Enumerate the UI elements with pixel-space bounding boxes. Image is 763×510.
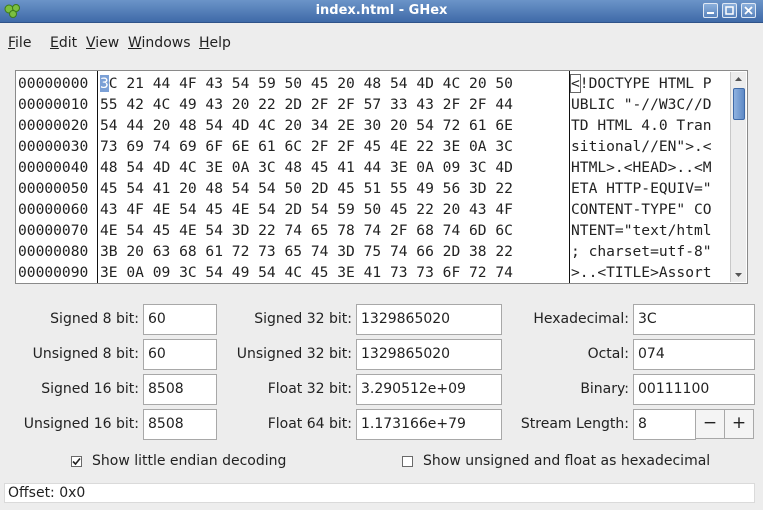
stream-length-input[interactable]: 8: [633, 409, 696, 440]
signed-32bit-label: Signed 32 bit:: [254, 311, 352, 327]
signed-16bit-field[interactable]: 8508: [143, 374, 217, 405]
stream-length-increment-button[interactable]: +: [724, 409, 754, 439]
ascii-separator: [569, 71, 570, 283]
offset-cell: 00000020: [18, 117, 89, 134]
ascii-row[interactable]: ETA HTTP-EQUIV=": [571, 178, 712, 199]
octal-field[interactable]: 074: [633, 339, 755, 370]
binary-label: Binary:: [580, 381, 629, 397]
hexadecimal-label: Hexadecimal:: [533, 311, 629, 327]
offset-cell: 00000040: [18, 159, 89, 176]
signed-32bit-field[interactable]: 1329865020: [356, 304, 502, 335]
little-endian-label[interactable]: Show little endian decoding: [92, 453, 286, 469]
menu-bar: File Edit View Windows Help: [0, 23, 763, 63]
stream-length-decrement-button[interactable]: −: [695, 409, 725, 439]
unsigned-8bit-label: Unsigned 8 bit:: [32, 346, 139, 362]
ascii-cursor-char: <: [570, 74, 581, 93]
float-64bit-label: Float 64 bit:: [267, 416, 352, 432]
hex-row[interactable]: 3C 21 44 4F 43 54 59 50 45 20 48 54 4D 4…: [100, 73, 513, 94]
octal-label: Octal:: [587, 346, 629, 362]
close-button[interactable]: [741, 3, 756, 18]
hex-row[interactable]: 45 54 41 20 48 54 54 50 2D 45 51 55 49 5…: [100, 178, 513, 199]
menu-view[interactable]: View: [86, 35, 119, 51]
offset-cell: 00000010: [18, 96, 89, 113]
float-32bit-field[interactable]: 3.290512e+09: [356, 374, 502, 405]
vertical-scrollbar[interactable]: [730, 72, 746, 282]
ascii-row[interactable]: TD HTML 4.0 Tran: [571, 115, 712, 136]
offset-cell: 00000000: [18, 75, 89, 92]
hex-row[interactable]: 3E 0A 09 3C 54 49 54 4C 45 3E 41 73 73 6…: [100, 262, 513, 283]
scroll-up-arrow-icon[interactable]: [731, 73, 746, 85]
menu-windows[interactable]: Windows: [128, 35, 191, 51]
cursor-nibble: 3: [100, 75, 109, 92]
scroll-down-arrow-icon[interactable]: [731, 269, 746, 281]
hex-row[interactable]: 55 42 4C 49 43 20 22 2D 2F 2F 57 33 43 2…: [100, 94, 513, 115]
stream-length-label: Stream Length:: [520, 416, 629, 432]
close-icon: [744, 6, 753, 15]
hex-row[interactable]: 54 44 20 48 54 4D 4C 20 34 2E 30 20 54 7…: [100, 115, 513, 136]
checkmark-icon: [72, 457, 81, 466]
window-title: index.html - GHex: [315, 3, 448, 18]
offset-cell: 00000050: [18, 180, 89, 197]
minimize-icon: [707, 12, 714, 14]
offset-cell: 00000070: [18, 222, 89, 239]
status-bar: Offset: 0x0: [4, 483, 755, 503]
unsigned-float-hex-label[interactable]: Show unsigned and float as hexadecimal: [423, 453, 710, 469]
unsigned-32bit-label: Unsigned 32 bit:: [236, 346, 352, 362]
offset-cell: 00000030: [18, 138, 89, 155]
ascii-row[interactable]: CONTENT-TYPE" CO: [571, 199, 712, 220]
hex-row[interactable]: 48 54 4D 4C 3E 0A 3C 48 45 41 44 3E 0A 0…: [100, 157, 513, 178]
binary-field[interactable]: 00111100: [633, 374, 755, 405]
minimize-button[interactable]: [703, 3, 718, 18]
float-32bit-label: Float 32 bit:: [267, 381, 352, 397]
ascii-row[interactable]: ; charset=utf-8": [571, 241, 712, 262]
unsigned-16bit-label: Unsigned 16 bit:: [23, 416, 139, 432]
hex-row[interactable]: 73 69 74 69 6F 6E 61 6C 2F 2F 45 4E 22 3…: [100, 136, 513, 157]
offset-column: 00000000 00000010 00000020 00000030 00000040…: [18, 73, 88, 283]
ascii-row[interactable]: UBLIC "-//W3C//D: [571, 94, 712, 115]
offset-cell: 00000090: [18, 264, 89, 281]
ascii-row[interactable]: >..<TITLE>Assort: [571, 262, 712, 283]
ascii-row[interactable]: NTENT="text/html: [571, 220, 712, 241]
hex-column[interactable]: 3C 21 44 4F 43 54 59 50 45 20 48 54 4D 4…: [100, 73, 513, 283]
ascii-row[interactable]: sitional//EN">.<: [571, 136, 712, 157]
menu-edit[interactable]: Edit: [50, 35, 77, 51]
unsigned-16bit-field[interactable]: 8508: [143, 409, 217, 440]
unsigned-8bit-field[interactable]: 60: [143, 339, 217, 370]
title-bar[interactable]: index.html - GHex: [0, 0, 763, 23]
ascii-column[interactable]: <!DOCTYPE HTML P UBLIC "-//W3C//D TD HTML …: [570, 73, 712, 283]
menu-file[interactable]: File: [8, 35, 31, 51]
hex-row[interactable]: 3B 20 63 68 61 72 73 65 74 3D 75 74 66 2…: [100, 241, 513, 262]
maximize-button[interactable]: [722, 3, 737, 18]
signed-8bit-field[interactable]: 60: [143, 304, 217, 335]
offset-separator: [97, 71, 98, 283]
unsigned-float-hex-checkbox[interactable]: [402, 456, 413, 467]
maximize-icon: [725, 6, 734, 15]
hexadecimal-field[interactable]: 3C: [633, 304, 755, 335]
little-endian-checkbox[interactable]: [71, 456, 82, 467]
hex-editor-view[interactable]: 00000000 00000010 00000020 00000030 00000040…: [15, 70, 748, 284]
unsigned-32bit-field[interactable]: 1329865020: [356, 339, 502, 370]
offset-cell: 00000080: [18, 243, 89, 260]
offset-cell: 00000060: [18, 201, 89, 218]
hex-row-text: C 21 44 4F 43 54 59 50 45 20 48 54 4D 4C…: [108, 75, 513, 92]
hex-row[interactable]: 4E 54 45 4E 54 3D 22 74 65 78 74 2F 68 7…: [100, 220, 513, 241]
scrollbar-thumb[interactable]: [733, 88, 745, 120]
float-64bit-field[interactable]: 1.173166e+79: [356, 409, 502, 440]
menu-help[interactable]: Help: [199, 35, 231, 51]
signed-16bit-label: Signed 16 bit:: [41, 381, 139, 397]
ascii-row-text: !DOCTYPE HTML P: [579, 75, 712, 92]
hex-row[interactable]: 43 4F 4E 54 45 4E 54 2D 54 59 50 45 22 2…: [100, 199, 513, 220]
ascii-row[interactable]: <!DOCTYPE HTML P: [570, 73, 712, 94]
signed-8bit-label: Signed 8 bit:: [50, 311, 139, 327]
ascii-row[interactable]: HTML>.<HEAD>..<M: [571, 157, 712, 178]
